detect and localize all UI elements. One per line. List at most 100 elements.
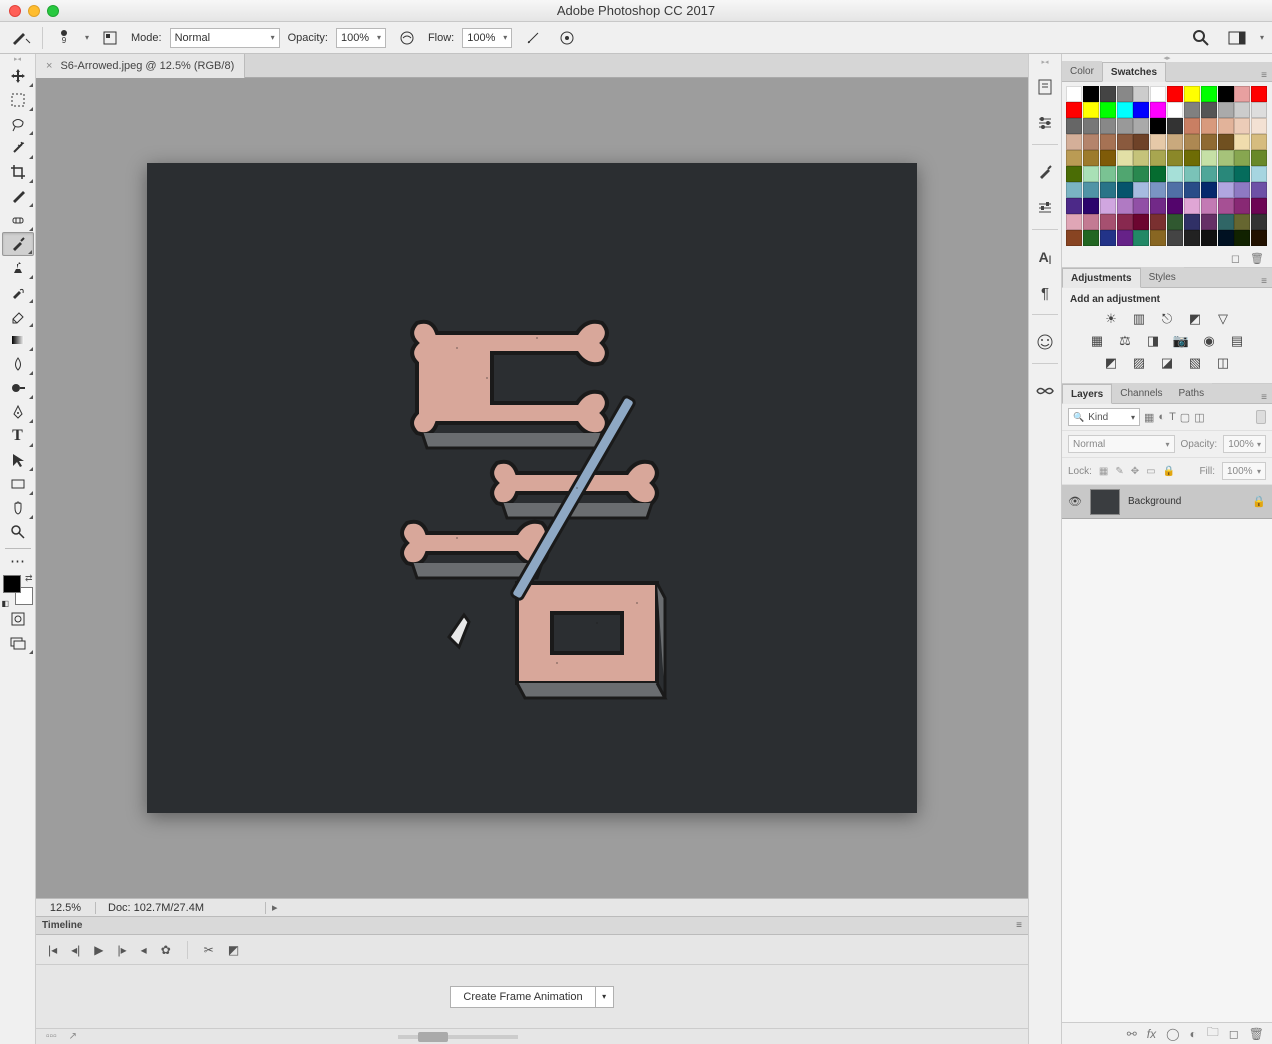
swatch[interactable]: [1150, 182, 1166, 198]
swatch[interactable]: [1218, 214, 1234, 230]
swatch[interactable]: [1234, 198, 1250, 214]
crop-tool[interactable]: [2, 160, 34, 184]
layer-fill-input[interactable]: 100%▾: [1222, 462, 1266, 480]
swatch[interactable]: [1133, 86, 1149, 102]
hand-tool[interactable]: [2, 496, 34, 520]
swatch[interactable]: [1201, 118, 1217, 134]
lock-position-icon[interactable]: ✥: [1131, 466, 1139, 477]
gripper-icon[interactable]: ▸◂: [1029, 58, 1061, 66]
swatch[interactable]: [1184, 214, 1200, 230]
swatch[interactable]: [1117, 230, 1133, 246]
swatch[interactable]: [1234, 134, 1250, 150]
swatch[interactable]: [1150, 214, 1166, 230]
filter-adjustment-icon[interactable]: ◐: [1158, 411, 1165, 423]
filter-type-select[interactable]: 🔍Kind▾: [1068, 408, 1140, 426]
swatch[interactable]: [1117, 86, 1133, 102]
swatch[interactable]: [1234, 230, 1250, 246]
dodge-tool[interactable]: [2, 376, 34, 400]
timeline-settings-icon[interactable]: ✿: [161, 943, 171, 957]
adjustment-layer-icon[interactable]: ◐: [1190, 1027, 1197, 1041]
panel-menu-icon[interactable]: ≡: [1256, 276, 1272, 287]
document-info[interactable]: Doc: 102.7M/27.4M: [96, 902, 266, 914]
swatch[interactable]: [1150, 166, 1166, 182]
layer-opacity-input[interactable]: 100%▾: [1223, 435, 1266, 453]
swatch[interactable]: [1184, 118, 1200, 134]
swatch[interactable]: [1083, 198, 1099, 214]
curves-icon[interactable]: ⎋: [1158, 311, 1176, 327]
swatch[interactable]: [1218, 182, 1234, 198]
posterize-icon[interactable]: ▨: [1130, 355, 1148, 371]
swatch[interactable]: [1184, 150, 1200, 166]
swatch[interactable]: [1066, 214, 1082, 230]
filter-shape-icon[interactable]: ▢: [1180, 411, 1190, 424]
swatch[interactable]: [1066, 134, 1082, 150]
swatch[interactable]: [1083, 118, 1099, 134]
hue-saturation-icon[interactable]: ▦: [1088, 333, 1106, 349]
swatch[interactable]: [1234, 86, 1250, 102]
gripper-icon[interactable]: ▸◂: [0, 54, 35, 64]
layer-row[interactable]: 👁 Background 🔒: [1062, 485, 1272, 519]
swatch[interactable]: [1201, 150, 1217, 166]
layers-tab[interactable]: Layers: [1062, 384, 1112, 404]
styles-tab[interactable]: Styles: [1141, 267, 1184, 287]
swatch[interactable]: [1251, 230, 1267, 246]
swatch[interactable]: [1184, 198, 1200, 214]
rectangle-tool[interactable]: [2, 472, 34, 496]
swatch[interactable]: [1133, 134, 1149, 150]
tool-preset-picker[interactable]: [8, 27, 34, 49]
swatch[interactable]: [1251, 150, 1267, 166]
paths-tab[interactable]: Paths: [1171, 383, 1213, 403]
swatches-tab[interactable]: Swatches: [1102, 62, 1166, 82]
swatch[interactable]: [1133, 118, 1149, 134]
swatch[interactable]: [1150, 150, 1166, 166]
swatch[interactable]: [1234, 102, 1250, 118]
swatch[interactable]: [1167, 166, 1183, 182]
swatch[interactable]: [1117, 150, 1133, 166]
swatch[interactable]: [1100, 230, 1116, 246]
layer-blend-mode-select[interactable]: Normal▾: [1068, 435, 1175, 453]
swatch[interactable]: [1218, 134, 1234, 150]
swatch[interactable]: [1100, 102, 1116, 118]
link-layers-icon[interactable]: ⚯: [1127, 1027, 1137, 1041]
lock-all-icon[interactable]: 🔒: [1163, 466, 1175, 477]
swatch[interactable]: [1251, 134, 1267, 150]
swatch[interactable]: [1251, 214, 1267, 230]
foreground-color[interactable]: [3, 575, 21, 593]
panel-menu-icon[interactable]: ≡: [1256, 70, 1272, 81]
exposure-icon[interactable]: ◩: [1186, 311, 1204, 327]
photo-filter-icon[interactable]: 📷: [1172, 333, 1190, 349]
swatch[interactable]: [1184, 182, 1200, 198]
swatch[interactable]: [1201, 198, 1217, 214]
pressure-opacity-toggle[interactable]: [394, 27, 420, 49]
swatch[interactable]: [1133, 102, 1149, 118]
swatch[interactable]: [1100, 214, 1116, 230]
swatch[interactable]: [1251, 198, 1267, 214]
swatch[interactable]: [1234, 182, 1250, 198]
libraries-panel-icon[interactable]: [1031, 376, 1059, 406]
swatch[interactable]: [1133, 166, 1149, 182]
blend-mode-select[interactable]: Normal▾: [170, 28, 280, 48]
swatch[interactable]: [1066, 86, 1082, 102]
brush-preset-picker[interactable]: 9: [51, 27, 77, 49]
gradient-tool[interactable]: [2, 328, 34, 352]
swatch[interactable]: [1066, 230, 1082, 246]
threshold-icon[interactable]: ◪: [1158, 355, 1176, 371]
color-lookup-icon[interactable]: ▤: [1228, 333, 1246, 349]
swatch[interactable]: [1218, 198, 1234, 214]
swatch[interactable]: [1218, 150, 1234, 166]
document-tab[interactable]: × S6-Arrowed.jpeg @ 12.5% (RGB/8): [36, 54, 245, 78]
swatch[interactable]: [1167, 198, 1183, 214]
swatch[interactable]: [1083, 150, 1099, 166]
swatch[interactable]: [1066, 150, 1082, 166]
panel-menu-icon[interactable]: ≡: [1256, 392, 1272, 403]
swatch[interactable]: [1133, 230, 1149, 246]
lock-pixels-icon[interactable]: ✎: [1115, 466, 1123, 477]
first-frame-icon[interactable]: |◂: [48, 943, 57, 957]
layer-name[interactable]: Background: [1128, 496, 1181, 507]
swatch[interactable]: [1201, 166, 1217, 182]
swatch[interactable]: [1083, 86, 1099, 102]
history-panel-icon[interactable]: [1031, 72, 1059, 102]
create-frame-animation-button[interactable]: Create Frame Animation: [450, 986, 595, 1008]
swatch[interactable]: [1133, 150, 1149, 166]
swatch[interactable]: [1218, 230, 1234, 246]
